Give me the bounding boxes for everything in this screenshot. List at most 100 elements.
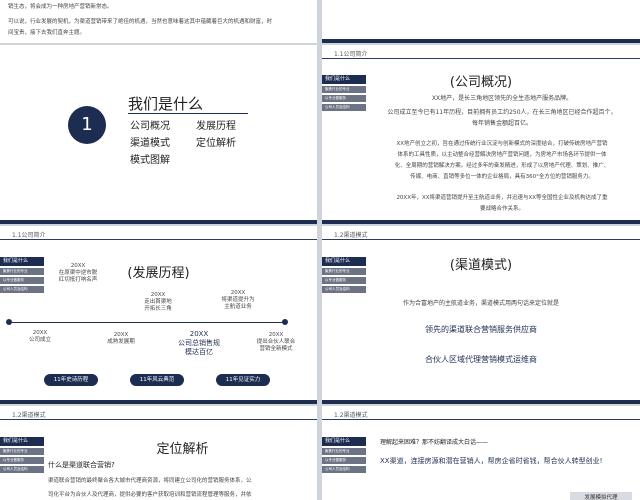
overview-paragraph-1: XX地产，是长三角地区领先的全生态地产服务品牌。 公司成立至今已有11年历程，目…: [370, 93, 634, 129]
slide-intro-tail: 销生态，将会成为一种房地产营销新常态。 可以说，行业发展的契机，为渠道营销带来了…: [0, 0, 317, 43]
timeline-event-highlight: 20XX 公司总销售规 模达百亿: [166, 330, 232, 357]
text-line: 体系的工具性质，以主动整合经营解决房地产营销问题，为房地产市场各环节提供一体: [397, 152, 607, 158]
slide-overview: 1.1公司简介 我们是什么 聚焦行业的专业 以专业做服务 公司人员及结构 (公司…: [322, 45, 640, 224]
toc-divider: [128, 113, 248, 114]
intro-line2: 可以说，行业发展的契机，为渠道营销带来了绝佳的机遇，当然也意味着这其中蕴藏着巨大…: [8, 19, 273, 25]
sidebar-item-what-we-are[interactable]: 我们是什么: [322, 437, 366, 446]
header-line: [322, 58, 640, 59]
slide-bottom-bar: [0, 220, 317, 224]
timeline-event: 20XX 走出首渠地 开拓长三角: [128, 292, 188, 313]
channel-line-2: 合伙人区域代理营销模式运维商: [425, 355, 537, 364]
toc-item-channel[interactable]: 渠道模式: [130, 134, 170, 149]
text-line: 20XX年，XX将渠道营销提升至主航道业务，并迅速与XX等全国性企业及机构达成了…: [396, 195, 608, 201]
position-line-2: 司化平台为合伙人及代理商，提供必要的客户获取培训和营销流程管理等服务，并依: [48, 492, 252, 498]
channel-title: (渠道模式): [449, 258, 513, 273]
toc-item-diagram[interactable]: 模式图解: [130, 151, 170, 166]
sidebar-item-2[interactable]: 以专业做服务: [322, 95, 366, 102]
position-title: 定位解析: [156, 442, 209, 457]
event-year: 20XX: [113, 332, 129, 338]
sidebar-item-1[interactable]: 聚焦行业的专业: [0, 448, 44, 455]
slide-header-label: 1.1公司简介: [334, 51, 368, 58]
timeline-event: 20XX 在原渠中逆市脱 红切抵打响名声: [48, 263, 108, 284]
sidebar-item-3[interactable]: 公司人员及结构: [322, 286, 366, 293]
analysis-button[interactable]: 发展模拟代理: [570, 492, 632, 500]
event-text: 成熟发展期: [107, 339, 135, 345]
slide-header-label: 1.2渠道模式: [12, 412, 46, 419]
toc-item-history[interactable]: 发展历程: [196, 117, 236, 132]
toc-number-circle: 1: [68, 106, 106, 144]
event-year: 20XX: [189, 330, 209, 338]
sidebar: 我们是什么 聚焦行业的专业 以专业做服务 公司人员及结构: [0, 437, 44, 475]
text-line: 要战略合作关系。: [479, 206, 524, 212]
slide-history: 1.1公司简介 我们是什么 聚焦行业的专业 以专业做服务 公司人员及结构 (发展…: [0, 226, 317, 404]
overview-paragraph-3: 20XX年，XX将渠道营销提升至主航道业务，并迅速与XX等全国性企业及机构达成了…: [370, 193, 634, 215]
slide-header-label: 1.2渠道模式: [334, 232, 368, 239]
event-year: 20XX: [32, 330, 48, 336]
analysis-question: 理解起来困难？那不妨翻译成大白话——: [380, 439, 489, 446]
slide-header-label: 1.2渠道模式: [334, 412, 368, 419]
text-line: 每年销售金额超百亿。: [471, 120, 532, 127]
event-text: 提出合伙人联合: [256, 339, 296, 345]
slide-toc: 1 我们是什么 公司概况 发展历程 渠道模式 定位解析 模式图解: [0, 45, 317, 224]
text-line: XX地产创立之初，旨在通过传统行业沉淀与创新模式的深度结合，打破传统房地产营销: [396, 141, 608, 147]
text-line: 公司成立至今已有11年历程，目前拥有员工约250人，在长三角地区已经合作超百个，: [387, 109, 617, 116]
event-text: 公司总销售规: [178, 339, 220, 347]
event-text: 主航道业务: [224, 304, 252, 310]
slide-bottom-bar: [322, 39, 640, 43]
analysis-answer: XX渠道，连接房源和潜在营销人，帮房企省时省钱，帮合伙人转型创业!: [380, 457, 603, 465]
slide-channel: 1.2渠道模式 我们是什么 聚焦行业的专业 以专业做服务 公司人员及结构 (渠道…: [322, 226, 640, 404]
overview-paragraph-2: XX地产创立之初，旨在通过传统行业沉淀与创新模式的深度结合，打破传统房地产营销 …: [370, 139, 634, 183]
sidebar-item-2[interactable]: 以专业做服务: [322, 277, 366, 284]
toc-item-position[interactable]: 定位解析: [196, 134, 236, 149]
position-question: 什么是渠道联合营销?: [48, 461, 115, 469]
badge-model: 11年风云典范: [130, 374, 184, 386]
sidebar-item-3[interactable]: 公司人员及结构: [322, 466, 366, 473]
event-year: 20XX: [150, 292, 166, 298]
event-text: 在原渠中逆市脱: [58, 270, 98, 276]
badge-history: 11年史诗历程: [44, 374, 98, 386]
text-line: 化、全周期的营销解决方案。经过多年的奋发精进，形成了以房地产代理、策划、推广、: [394, 163, 610, 169]
slide-header-label: 1.1公司简介: [12, 232, 46, 239]
event-year: 20XX: [70, 263, 86, 269]
event-year: 20XX: [268, 332, 284, 338]
event-text: 将渠道提升为: [221, 297, 255, 303]
header-line: [322, 419, 640, 420]
timeline-event: 20XX 提出合伙人联合 营销全新模式: [246, 332, 306, 353]
header-line: [322, 239, 640, 240]
toc-item-overview[interactable]: 公司概况: [130, 117, 170, 132]
sidebar-item-what-we-are[interactable]: 我们是什么: [0, 437, 44, 446]
event-year: 20XX: [230, 290, 246, 296]
slide-top-right: [322, 0, 640, 43]
timeline-event: 20XX 公司成立: [18, 330, 62, 344]
slide-bottom-bar: [322, 220, 640, 224]
sidebar-item-2[interactable]: 以专业做服务: [0, 457, 44, 464]
event-text: 公司成立: [28, 337, 51, 343]
intro-line1: 销生态，将会成为一种房地产营销新常态。: [8, 4, 113, 10]
sidebar-item-2[interactable]: 以专业做服务: [322, 457, 366, 464]
event-text: 红切抵打响名声: [58, 277, 98, 283]
sidebar-item-3[interactable]: 公司人员及结构: [0, 286, 44, 293]
position-line-1: 渠道联合营销的最终聚合各大城市代理商资源，将同建立公司化的营销服务体系，公: [48, 478, 252, 484]
event-text: 营销全新模式: [259, 346, 293, 352]
timeline-line: [8, 322, 287, 323]
sidebar: 我们是什么 聚焦行业的专业 以专业做服务 公司人员及结构: [322, 437, 366, 475]
channel-line-1: 领先的渠道联合营销服务供应商: [425, 325, 537, 334]
intro-line3: 间宝贵，接下去我们直奔主题。: [8, 30, 86, 36]
timeline-dot: [282, 319, 288, 325]
event-text: 模达百亿: [185, 348, 213, 356]
text-line: 传媒、电商、直销等多位一体的企业格局，具有360°全方位的营销服务力。: [410, 174, 594, 180]
sidebar-item-3[interactable]: 公司人员及结构: [322, 104, 366, 111]
timeline-event: 20XX 成熟发展期: [94, 332, 148, 346]
slide-positioning: 1.2渠道模式 我们是什么 聚焦行业的专业 以专业做服务 公司人员及结构 定位解…: [0, 406, 317, 500]
timeline-event: 20XX 将渠道提升为 主航道业务: [208, 290, 268, 311]
text-line: XX地产，是长三角地区领先的全生态地产服务品牌。: [431, 95, 573, 102]
event-text: 开拓长三角: [144, 306, 172, 312]
toc-title: 我们是什么: [128, 95, 204, 113]
sidebar-item-1[interactable]: 聚焦行业的专业: [322, 448, 366, 455]
header-line: [0, 239, 317, 240]
sidebar-item-3[interactable]: 公司人员及结构: [0, 466, 44, 473]
channel-intro: 作为合富地产的主航道业务，渠道模式用两句话来定位就是: [402, 300, 559, 307]
timeline-dot: [6, 319, 12, 325]
overview-title: (公司概况): [449, 75, 513, 90]
header-line: [0, 419, 317, 420]
